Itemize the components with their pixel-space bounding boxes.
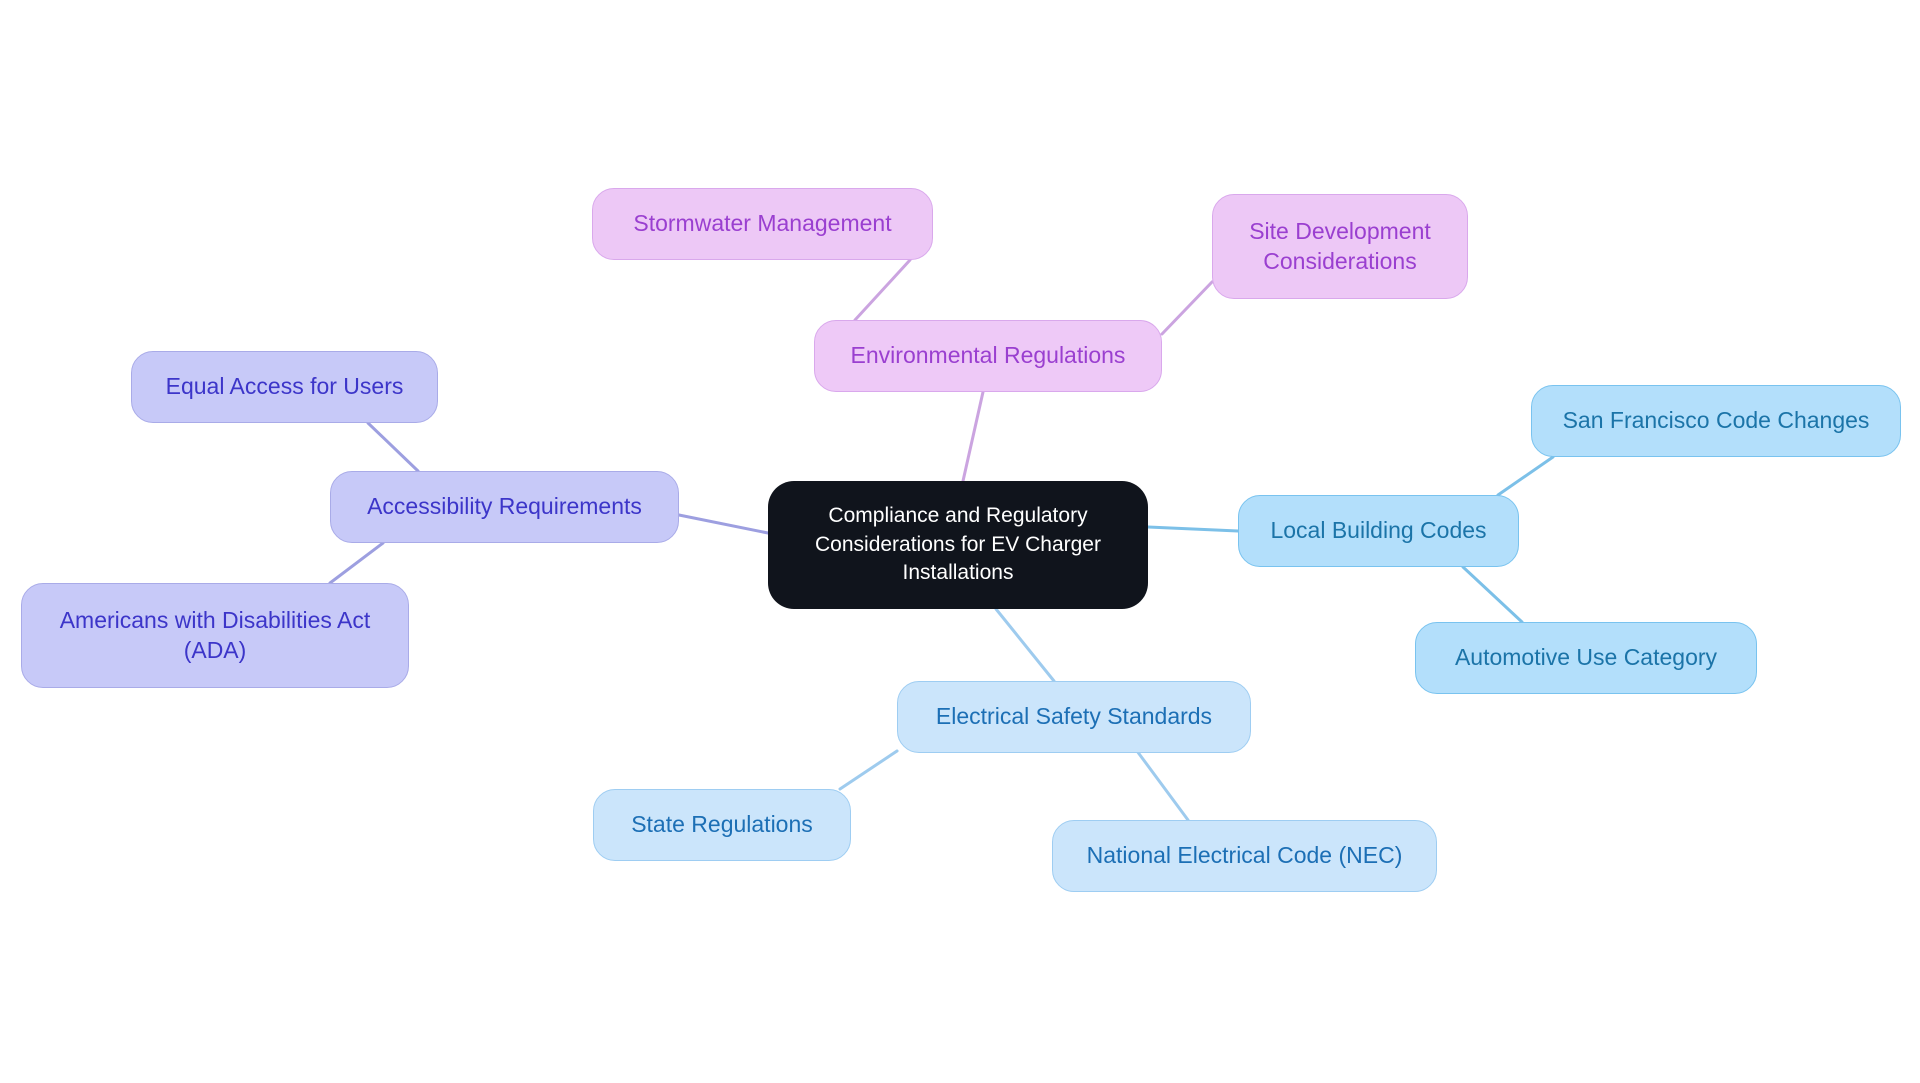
node-san-francisco-code-changes[interactable]: San Francisco Code Changes xyxy=(1531,385,1901,457)
node-national-electrical-code[interactable]: National Electrical Code (NEC) xyxy=(1052,820,1437,892)
node-san-francisco-code-changes-label: San Francisco Code Changes xyxy=(1562,407,1870,434)
edge-accessibility-to-equal-access xyxy=(366,421,420,473)
node-accessibility-requirements[interactable]: Accessibility Requirements xyxy=(330,471,679,543)
edge-accessibility-to-ada xyxy=(328,541,385,585)
edge-environmental-regulations-to-site-development xyxy=(1160,280,1214,336)
edge-root-to-accessibility-requirements xyxy=(677,513,770,535)
edge-root-to-electrical-safety-standards xyxy=(994,607,1056,683)
node-environmental-regulations[interactable]: Environmental Regulations xyxy=(814,320,1162,392)
node-americans-with-disabilities-act-label: Americans with Disabilities Act (ADA) xyxy=(59,607,371,663)
node-site-development-considerations-label: Site Development Considerations xyxy=(1249,218,1431,274)
node-automotive-use-category[interactable]: Automotive Use Category xyxy=(1415,622,1757,694)
edge-root-to-local-building-codes xyxy=(1146,525,1240,533)
edge-electrical-safety-to-state-regulations xyxy=(838,749,899,791)
node-local-building-codes[interactable]: Local Building Codes xyxy=(1238,495,1519,567)
edge-electrical-safety-to-nec xyxy=(1135,749,1190,822)
edge-environmental-regulations-to-stormwater-management xyxy=(853,258,912,322)
mind-map-canvas: Compliance and Regulatory Considerations… xyxy=(0,0,1920,1083)
node-americans-with-disabilities-act[interactable]: Americans with Disabilities Act (ADA) xyxy=(21,583,409,688)
node-electrical-safety-standards-label: Electrical Safety Standards xyxy=(935,703,1213,730)
node-local-building-codes-label: Local Building Codes xyxy=(1270,517,1487,544)
node-automotive-use-category-label: Automotive Use Category xyxy=(1454,644,1718,671)
node-equal-access-for-users[interactable]: Equal Access for Users xyxy=(131,351,438,423)
node-state-regulations[interactable]: State Regulations xyxy=(593,789,851,861)
node-stormwater-management[interactable]: Stormwater Management xyxy=(592,188,933,260)
node-site-development-considerations[interactable]: Site Development Considerations xyxy=(1212,194,1468,299)
node-electrical-safety-standards[interactable]: Electrical Safety Standards xyxy=(897,681,1251,753)
edge-local-building-codes-to-san-francisco xyxy=(1496,455,1555,497)
node-equal-access-for-users-label: Equal Access for Users xyxy=(165,373,404,400)
node-accessibility-requirements-label: Accessibility Requirements xyxy=(367,493,642,520)
node-state-regulations-label: State Regulations xyxy=(631,811,813,838)
node-root-compliance-and-regulatory-considerations[interactable]: Compliance and Regulatory Considerations… xyxy=(768,481,1148,609)
node-root-compliance-and-regulatory-considerations-label: Compliance and Regulatory Considerations… xyxy=(815,503,1101,585)
edge-local-building-codes-to-automotive xyxy=(1461,565,1524,624)
edge-root-to-environmental-regulations xyxy=(961,390,985,483)
node-national-electrical-code-label: National Electrical Code (NEC) xyxy=(1086,842,1403,869)
node-environmental-regulations-label: Environmental Regulations xyxy=(850,342,1126,369)
node-stormwater-management-label: Stormwater Management xyxy=(633,210,892,237)
